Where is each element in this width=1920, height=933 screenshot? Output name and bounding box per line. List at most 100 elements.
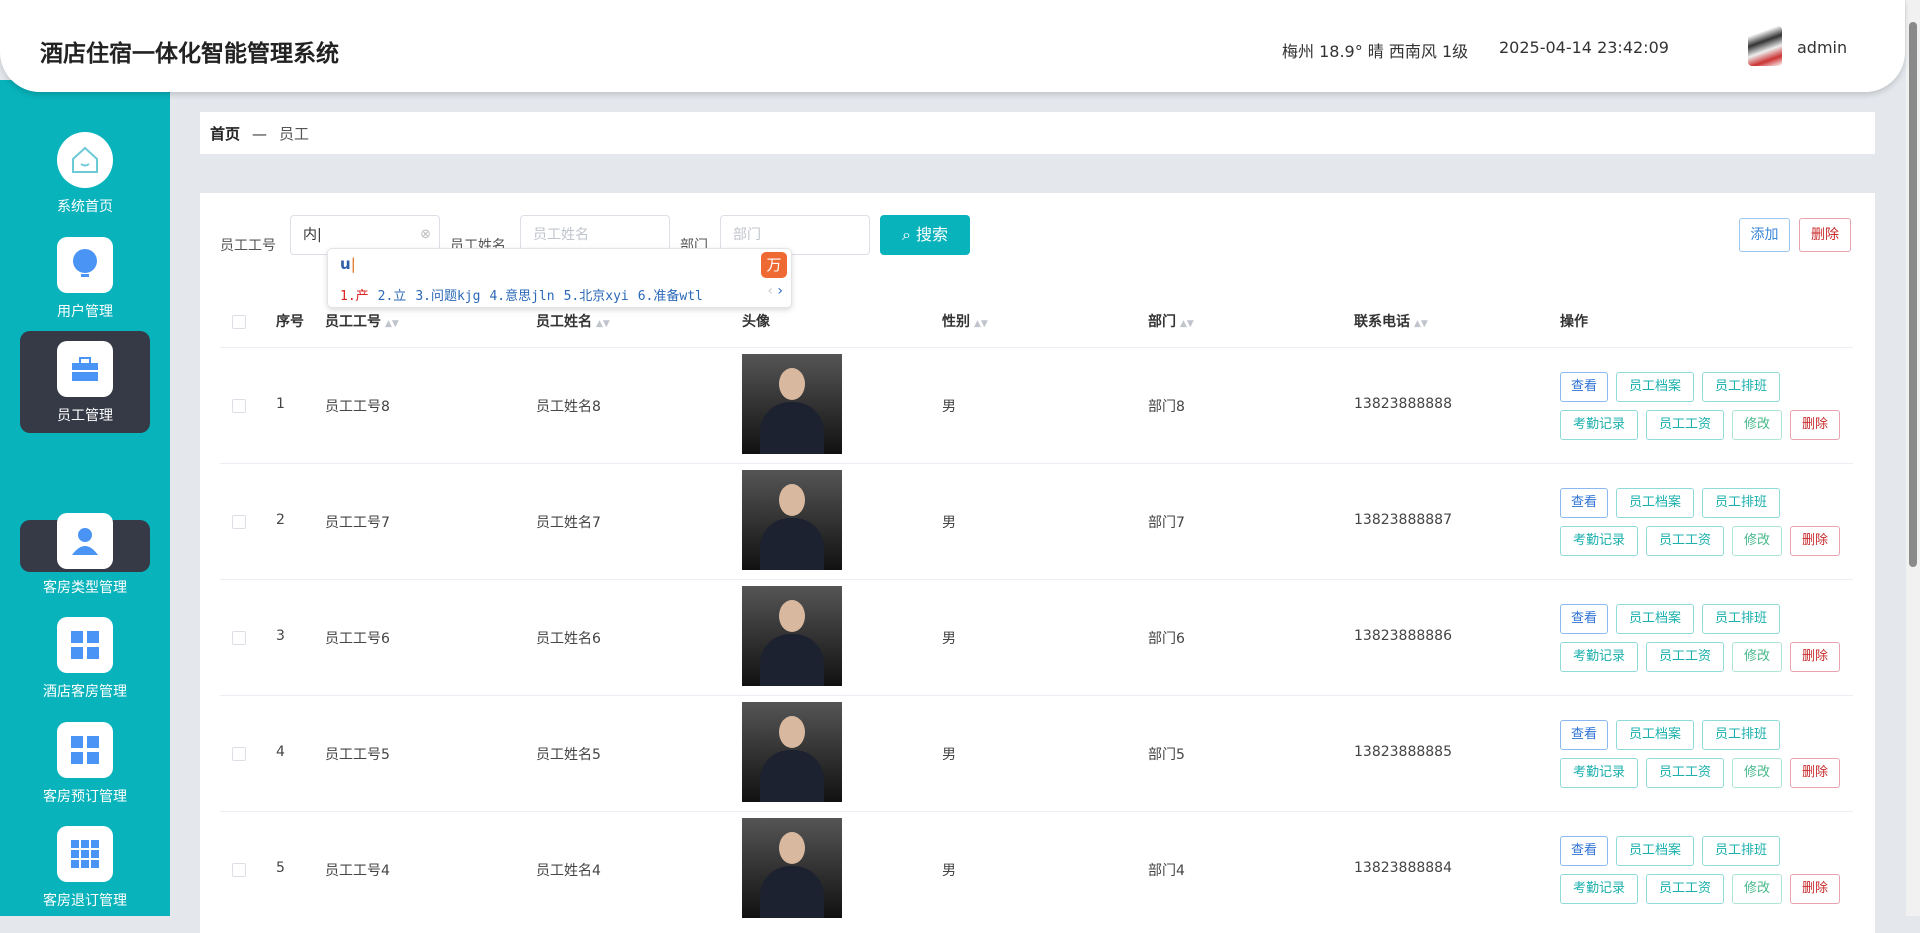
cell-name: 员工姓名5 bbox=[536, 747, 601, 763]
row-action-button[interactable]: 考勤记录 bbox=[1560, 642, 1638, 672]
row-action-button[interactable]: 修改 bbox=[1732, 758, 1782, 788]
cell-dept: 部门4 bbox=[1148, 863, 1185, 879]
row-action-button[interactable]: 员工排班 bbox=[1702, 836, 1780, 866]
sidebar-item-checkout[interactable]: 客房退订管理 bbox=[20, 826, 150, 910]
row-action-button[interactable]: 修改 bbox=[1732, 642, 1782, 672]
sidebar-item-room-types[interactable]: 客房类型管理 bbox=[20, 513, 150, 597]
row-checkbox[interactable] bbox=[232, 399, 246, 413]
employee-photo[interactable] bbox=[742, 818, 842, 918]
cell-no: 1 bbox=[276, 396, 285, 412]
row-action-button[interactable]: 删除 bbox=[1790, 410, 1840, 440]
row-action-button[interactable]: 员工档案 bbox=[1616, 604, 1694, 634]
home-icon bbox=[57, 132, 113, 188]
cell-gender: 男 bbox=[942, 863, 956, 879]
sort-icon: ▲▼ bbox=[596, 319, 610, 329]
row-checkbox[interactable] bbox=[232, 863, 246, 877]
avatar[interactable] bbox=[1748, 26, 1782, 66]
sidebar-item-users[interactable]: 用户管理 bbox=[20, 237, 150, 321]
ime-candidate[interactable]: 6.准备wtl bbox=[638, 289, 703, 304]
row-action-button[interactable]: 考勤记录 bbox=[1560, 526, 1638, 556]
ime-page-arrows-icon[interactable]: ‹ › bbox=[767, 283, 783, 299]
row-action-button[interactable]: 员工排班 bbox=[1702, 488, 1780, 518]
sidebar-item-label: 员工管理 bbox=[57, 408, 113, 424]
row-action-button[interactable]: 修改 bbox=[1732, 410, 1782, 440]
sidebar-item-bookings[interactable]: 客房预订管理 bbox=[20, 722, 150, 806]
sidebar-item-rooms[interactable]: 酒店客房管理 bbox=[20, 617, 150, 701]
cell-gender: 男 bbox=[942, 747, 956, 763]
sort-icon: ▲▼ bbox=[1180, 319, 1194, 329]
add-button[interactable]: 添加 bbox=[1739, 218, 1790, 252]
ime-candidate[interactable]: 4.意思jln bbox=[489, 289, 554, 304]
row-action-button[interactable]: 员工排班 bbox=[1702, 604, 1780, 634]
employee-id-value: 内 bbox=[303, 227, 317, 243]
employee-photo[interactable] bbox=[742, 702, 842, 802]
row-action-button[interactable]: 员工排班 bbox=[1702, 720, 1780, 750]
scrollbar[interactable] bbox=[1906, 0, 1920, 916]
sidebar-item-label: 客房预订管理 bbox=[43, 789, 127, 805]
row-action-button[interactable]: 删除 bbox=[1790, 642, 1840, 672]
col-header-sortable[interactable]: 联系电话 ▲▼ bbox=[1354, 297, 1428, 347]
employee-photo[interactable] bbox=[742, 470, 842, 570]
row-action-button[interactable]: 员工工资 bbox=[1646, 526, 1724, 556]
apps-icon bbox=[57, 826, 113, 882]
row-action-button[interactable]: 考勤记录 bbox=[1560, 410, 1638, 440]
row-action-button[interactable]: 员工工资 bbox=[1646, 874, 1724, 904]
breadcrumb-home[interactable]: 首页 bbox=[210, 125, 240, 143]
sidebar-item-label: 系统首页 bbox=[57, 199, 113, 215]
cell-id: 员工工号4 bbox=[325, 863, 390, 879]
ime-candidate[interactable]: 3.问题kjg bbox=[415, 289, 480, 304]
scrollbar-thumb[interactable] bbox=[1909, 22, 1917, 567]
row-action-button[interactable]: 员工工资 bbox=[1646, 642, 1724, 672]
row-action-button[interactable]: 删除 bbox=[1790, 874, 1840, 904]
cell-id: 员工工号5 bbox=[325, 747, 390, 763]
bulb-icon bbox=[57, 237, 113, 293]
row-action-button[interactable]: 考勤记录 bbox=[1560, 874, 1638, 904]
row-action-button[interactable]: 查看 bbox=[1560, 604, 1608, 634]
cell-name: 员工姓名8 bbox=[536, 399, 601, 415]
row-action-button[interactable]: 员工档案 bbox=[1616, 488, 1694, 518]
ime-candidate[interactable]: 5.北京xyi bbox=[564, 289, 629, 304]
row-action-button[interactable]: 员工工资 bbox=[1646, 410, 1724, 440]
col-header-sortable[interactable]: 部门 ▲▼ bbox=[1148, 297, 1194, 347]
row-action-button[interactable]: 员工档案 bbox=[1616, 720, 1694, 750]
cell-dept: 部门5 bbox=[1148, 747, 1185, 763]
cell-name: 员工姓名7 bbox=[536, 515, 601, 531]
row-action-button[interactable]: 员工档案 bbox=[1616, 372, 1694, 402]
cell-no: 2 bbox=[276, 512, 285, 528]
row-action-button[interactable]: 查看 bbox=[1560, 488, 1608, 518]
row-action-button[interactable]: 查看 bbox=[1560, 720, 1608, 750]
breadcrumb: 首页 — 员工 bbox=[200, 112, 1875, 154]
row-action-button[interactable]: 员工排班 bbox=[1702, 372, 1780, 402]
row-checkbox[interactable] bbox=[232, 747, 246, 761]
col-header-sortable[interactable]: 性别 ▲▼ bbox=[942, 297, 988, 347]
ime-candidate[interactable]: 2.立 bbox=[378, 289, 407, 304]
bulk-delete-button[interactable]: 删除 bbox=[1799, 218, 1851, 252]
row-action-button[interactable]: 删除 bbox=[1790, 526, 1840, 556]
sidebar: 系统首页 用户管理 员工管理 员工 客房类型管理 酒店客房管理 客房预订管理 客… bbox=[0, 80, 170, 916]
row-checkbox[interactable] bbox=[232, 515, 246, 529]
cell-dept: 部门8 bbox=[1148, 399, 1185, 415]
breadcrumb-current: 员工 bbox=[279, 125, 310, 143]
row-action-button[interactable]: 考勤记录 bbox=[1560, 758, 1638, 788]
ime-candidate[interactable]: 1.产 bbox=[340, 289, 369, 304]
employee-photo[interactable] bbox=[742, 354, 842, 454]
cell-gender: 男 bbox=[942, 631, 956, 647]
employee-photo[interactable] bbox=[742, 586, 842, 686]
select-all-checkbox[interactable] bbox=[232, 315, 246, 329]
row-action-button[interactable]: 查看 bbox=[1560, 372, 1608, 402]
cell-id: 员工工号7 bbox=[325, 515, 390, 531]
row-action-button[interactable]: 员工档案 bbox=[1616, 836, 1694, 866]
row-action-button[interactable]: 员工工资 bbox=[1646, 758, 1724, 788]
row-action-button[interactable]: 删除 bbox=[1790, 758, 1840, 788]
grid-icon bbox=[57, 617, 113, 673]
datetime: 2025-04-14 23:42:09 bbox=[1499, 38, 1669, 57]
row-action-button[interactable]: 修改 bbox=[1732, 874, 1782, 904]
row-action-button[interactable]: 查看 bbox=[1560, 836, 1608, 866]
sidebar-item-home[interactable]: 系统首页 bbox=[20, 132, 150, 216]
username[interactable]: admin bbox=[1797, 38, 1847, 57]
sort-icon: ▲▼ bbox=[1414, 319, 1428, 329]
row-action-button[interactable]: 修改 bbox=[1732, 526, 1782, 556]
row-checkbox[interactable] bbox=[232, 631, 246, 645]
search-button[interactable]: ⌕ 搜索 bbox=[880, 215, 970, 255]
sidebar-item-staff[interactable]: 员工管理 bbox=[20, 331, 150, 433]
